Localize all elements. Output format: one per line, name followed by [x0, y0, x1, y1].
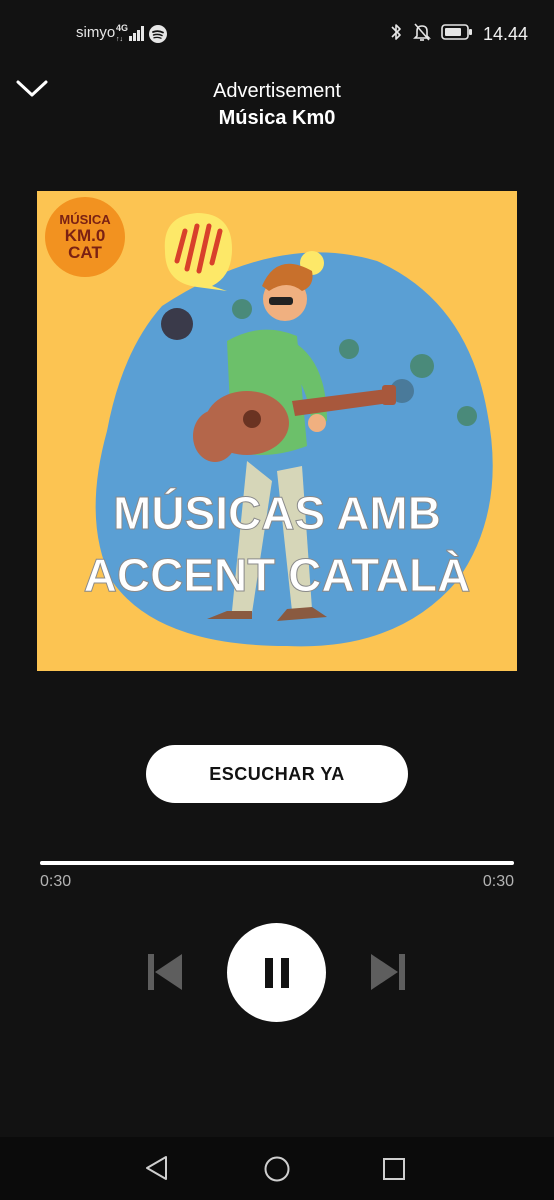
next-button[interactable]: [367, 952, 407, 992]
pause-icon: [264, 957, 289, 988]
signal-icon: 4G ↑↓: [116, 22, 146, 49]
header-subtitle: Música Km0: [218, 107, 336, 129]
progress-fill: [40, 861, 514, 865]
bluetooth-icon: [389, 22, 403, 47]
svg-text:↑↓: ↑↓: [116, 36, 123, 43]
status-clock: 14.44: [482, 24, 528, 44]
carrier-name: simyo: [76, 24, 116, 41]
elapsed-time: 0:30: [40, 873, 72, 890]
recents-square-icon: [383, 1158, 405, 1180]
nav-home-button[interactable]: [263, 1155, 291, 1188]
nav-back-button[interactable]: [144, 1155, 170, 1186]
back-triangle-icon: [146, 1156, 167, 1180]
headline-line-2: ACCENT CATALÀ: [84, 549, 471, 601]
spotify-icon: [149, 25, 167, 48]
previous-button[interactable]: [146, 952, 186, 992]
nav-recents-button[interactable]: [382, 1157, 406, 1186]
header-title: Advertisement: [213, 80, 341, 102]
progress-bar[interactable]: [40, 861, 514, 865]
logo-line-1: MÚSICA: [59, 212, 111, 227]
skip-previous-icon: [148, 954, 182, 990]
headline-line-1: MÚSICAS AMB: [113, 487, 441, 539]
ad-artwork[interactable]: MÚSICA KM.0 CAT MÚSICAS AMB ACCENT CATAL…: [37, 191, 517, 671]
logo-line-3: CAT: [68, 243, 102, 262]
total-time: 0:30: [482, 873, 514, 890]
home-circle-icon: [264, 1156, 290, 1182]
status-bar: simyo 4G ↑↓ 14.44: [0, 0, 554, 68]
mute-bell-icon: [413, 22, 431, 47]
pause-button[interactable]: [227, 923, 326, 1022]
battery-icon: [441, 23, 473, 46]
skip-next-icon: [371, 954, 405, 990]
listen-now-button[interactable]: ESCUCHAR YA: [146, 745, 408, 803]
svg-text:4G: 4G: [116, 23, 128, 33]
system-navigation-bar: [0, 1137, 554, 1200]
